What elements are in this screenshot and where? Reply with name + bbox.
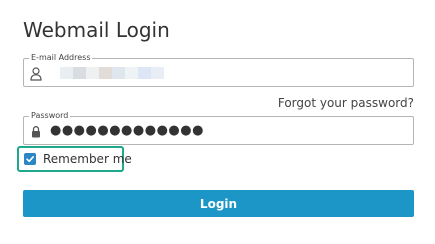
page-title: Webmail Login bbox=[23, 18, 170, 42]
email-blur-block bbox=[99, 67, 112, 79]
forgot-password-link[interactable]: Forgot your password? bbox=[278, 96, 414, 110]
email-value-obscured bbox=[60, 67, 164, 79]
email-blur-block bbox=[112, 67, 125, 79]
email-blur-block bbox=[60, 67, 73, 79]
checkmark-icon bbox=[26, 156, 34, 163]
lock-icon bbox=[30, 124, 42, 138]
login-button[interactable]: Login bbox=[23, 190, 414, 217]
email-blur-block bbox=[125, 67, 138, 79]
password-field[interactable]: Password ●●●●●●●●●●●●● bbox=[23, 111, 414, 145]
email-blur-block bbox=[151, 67, 164, 79]
user-icon bbox=[30, 66, 42, 81]
email-blur-block bbox=[86, 67, 99, 79]
email-blur-block bbox=[138, 67, 151, 79]
remember-me-label: Remember me bbox=[43, 152, 132, 166]
password-masked-value: ●●●●●●●●●●●●● bbox=[50, 123, 204, 138]
password-field-label: Password bbox=[29, 111, 71, 121]
email-blur-block bbox=[73, 67, 86, 79]
email-field[interactable]: E-mail Address bbox=[23, 53, 414, 87]
email-field-label: E-mail Address bbox=[29, 53, 93, 63]
remember-me-checkbox[interactable] bbox=[24, 153, 36, 165]
remember-me-row[interactable]: Remember me bbox=[24, 152, 132, 166]
